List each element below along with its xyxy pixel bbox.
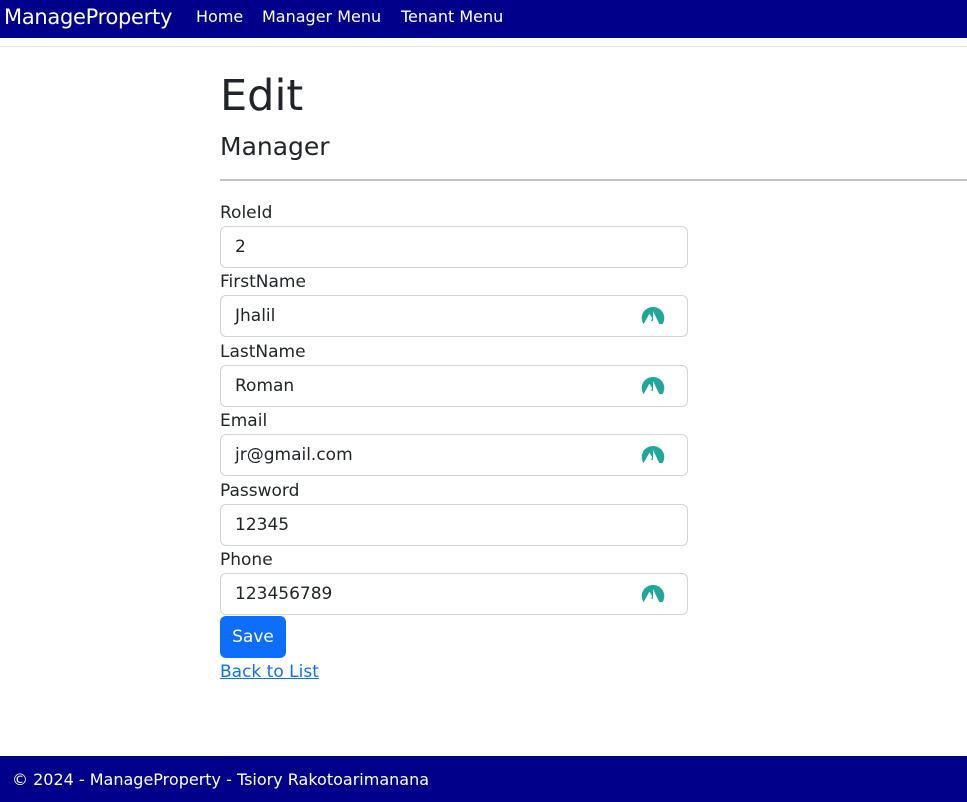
- nav-link-tenant-menu[interactable]: Tenant Menu: [401, 6, 503, 28]
- brand-link[interactable]: ManageProperty: [4, 3, 172, 31]
- password-input[interactable]: 12345: [220, 504, 688, 546]
- nordpass-autofill-icon[interactable]: [641, 376, 665, 400]
- back-to-list-link[interactable]: Back to List: [220, 660, 319, 684]
- save-button[interactable]: Save: [220, 616, 286, 658]
- roleid-input[interactable]: 2: [220, 226, 688, 268]
- firstname-value: Jhalil: [235, 306, 276, 326]
- lastname-label: LastName: [220, 342, 306, 362]
- nav-link-home[interactable]: Home: [196, 6, 243, 28]
- password-label: Password: [220, 481, 300, 501]
- page-title: Edit: [220, 71, 304, 121]
- nordpass-autofill-icon[interactable]: [641, 584, 665, 608]
- phone-label: Phone: [220, 550, 273, 570]
- firstname-input[interactable]: Jhalil: [220, 295, 688, 337]
- nav-link-manager-menu[interactable]: Manager Menu: [262, 6, 381, 28]
- email-value: jr@gmail.com: [235, 445, 353, 465]
- roleid-label: RoleId: [220, 203, 273, 223]
- lastname-input[interactable]: Roman: [220, 365, 688, 407]
- section-divider: [220, 179, 967, 181]
- firstname-label: FirstName: [220, 272, 306, 292]
- page-footer: © 2024 - ManageProperty - Tsiory Rakotoa…: [0, 756, 967, 802]
- phone-value: 123456789: [235, 584, 333, 604]
- nordpass-autofill-icon[interactable]: [641, 445, 665, 469]
- password-value: 12345: [235, 515, 290, 535]
- top-navbar: ManageProperty Home Manager Menu Tenant …: [0, 0, 967, 38]
- email-input[interactable]: jr@gmail.com: [220, 434, 688, 476]
- roleid-value: 2: [235, 237, 246, 257]
- nordpass-autofill-icon[interactable]: [641, 306, 665, 330]
- footer-copyright: © 2024 - ManageProperty - Tsiory Rakotoa…: [12, 770, 430, 789]
- navbar-divider: [0, 46, 967, 47]
- phone-input[interactable]: 123456789: [220, 573, 688, 615]
- lastname-value: Roman: [235, 376, 295, 396]
- email-label: Email: [220, 411, 268, 431]
- page-subtitle: Manager: [220, 132, 330, 161]
